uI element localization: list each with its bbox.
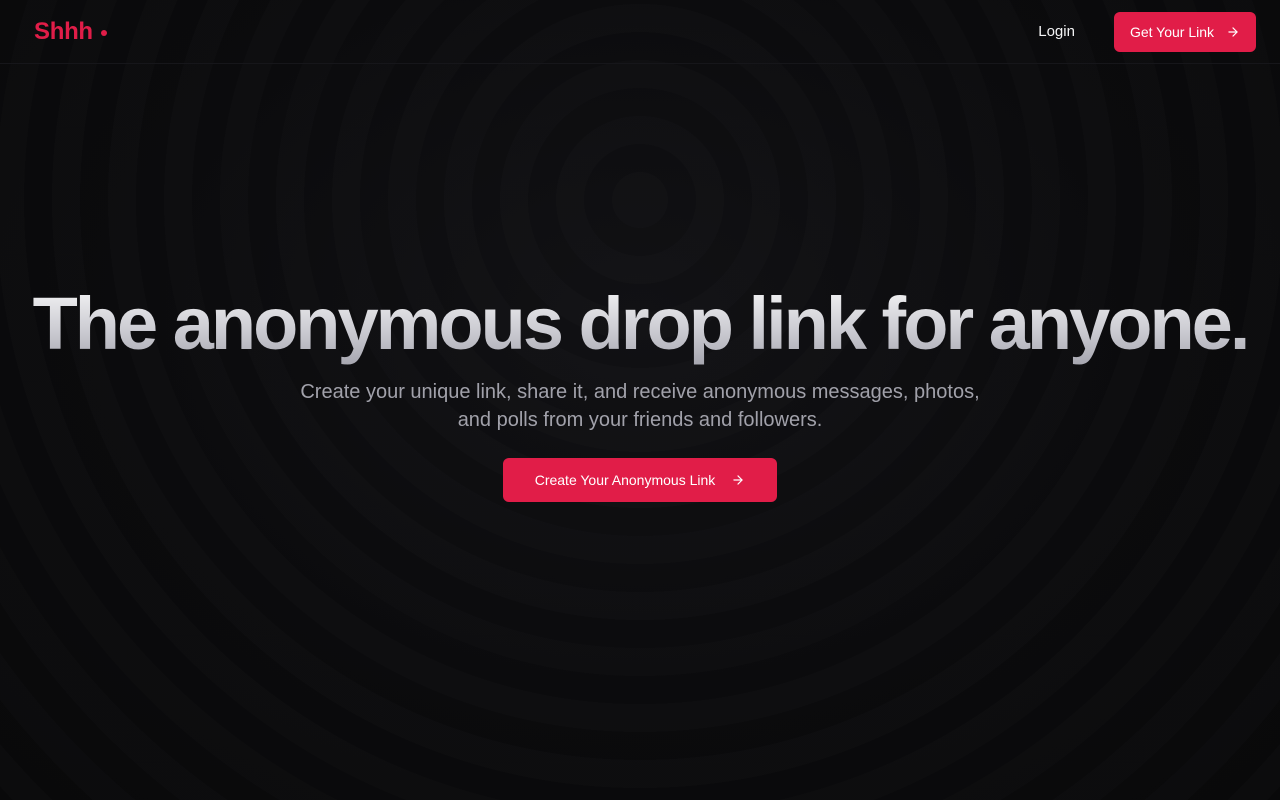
dot-icon: [100, 29, 107, 36]
top-nav: Shhh Login Get Your Link: [0, 0, 1280, 64]
arrow-right-icon: [1228, 26, 1238, 37]
hero-section: The anonymous drop link for anyone. Crea…: [0, 280, 1280, 502]
login-link[interactable]: Login: [1021, 13, 1092, 50]
hero-subtitle: Create your unique link, share it, and r…: [300, 381, 980, 431]
landing-page: Shhh Login Get Your Link The anonymous d…: [0, 0, 1280, 800]
create-anonymous-link-label: Create Your Anonymous Link: [534, 472, 716, 488]
arrow-right-icon: [733, 475, 743, 485]
logo-text: Shhh: [34, 17, 93, 45]
get-your-link-button[interactable]: Get Your Link: [1113, 11, 1256, 52]
create-anonymous-link-button[interactable]: Create Your Anonymous Link: [502, 458, 778, 502]
logo[interactable]: Shhh: [34, 18, 107, 46]
get-your-link-label: Get Your Link: [1129, 23, 1214, 40]
hero-title: The anonymous drop link for anyone.: [33, 280, 1251, 368]
nav-actions: Login Get Your Link: [1021, 11, 1256, 52]
